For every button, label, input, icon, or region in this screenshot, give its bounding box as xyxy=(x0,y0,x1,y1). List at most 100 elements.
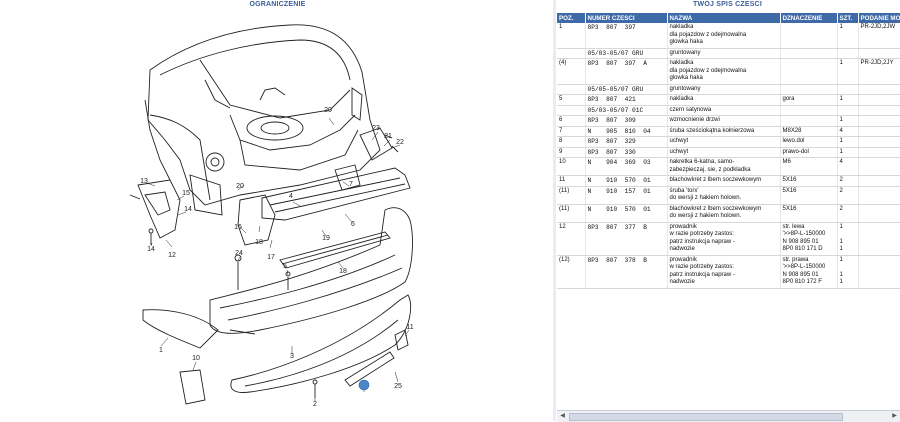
table-row[interactable]: 12 8P3 807 377 Bprowadnik w razie potrzeb… xyxy=(557,222,900,256)
exploded-parts-diagram[interactable]: 20 23 21 22 13 20 15 14 4 7 6 16 18 17 12 14 19 5 18 24 1 3 25… xyxy=(0,10,553,421)
table-row[interactable]: 05/03-05/07 GRU gruntowany xyxy=(557,48,900,59)
cell-position: 11 xyxy=(557,175,586,187)
callout-label[interactable]: 4 xyxy=(289,193,293,200)
scroll-right-icon[interactable]: ▶ xyxy=(890,412,899,420)
col-header-poz[interactable]: POZ. xyxy=(557,13,586,23)
table-row[interactable]: (11) N 910 157 01 śruba 'torx' do wersji z… xyxy=(557,186,900,205)
cell-part-number: N 904 369 03 xyxy=(585,157,668,176)
cell-quantity: 1 xyxy=(837,94,859,106)
table-row[interactable]: (12) 8P3 807 378 Bprowadnik w razie potrz… xyxy=(557,255,900,289)
callout-label[interactable]: 10 xyxy=(192,355,200,362)
cell-quantity xyxy=(837,48,859,59)
table-row[interactable]: (4) 8P3 807 397 Anakladka dla pojazdow z … xyxy=(557,58,900,85)
callout-label[interactable]: 3 xyxy=(290,353,294,360)
table-row[interactable]: 11 N 910 570 01 blachowkret z lbem soczewk… xyxy=(557,175,900,187)
cell-model-info xyxy=(858,105,900,116)
cell-name: nakretka 6-katna, samo- zabezpieczaj. si… xyxy=(667,157,781,176)
callout-label[interactable]: 19 xyxy=(322,235,330,242)
parts-list-panel[interactable]: POZ. NUMER CZESCI NAZWA DZNACZENIE SZT. … xyxy=(557,13,900,410)
cell-position xyxy=(557,84,586,95)
cell-position: (11) xyxy=(557,204,586,223)
cell-designation: 5X16 xyxy=(780,175,838,187)
cell-designation: 5X16 xyxy=(780,186,838,205)
cell-position xyxy=(557,105,586,116)
cell-name: czern satynowa xyxy=(667,105,781,116)
table-row[interactable]: (11) N 910 570 01 blachowkret z lbem socze… xyxy=(557,204,900,223)
callout-label[interactable]: 23 xyxy=(372,125,380,132)
cell-quantity: 4 xyxy=(837,126,859,137)
table-row[interactable]: 10 N 904 369 03 nakretka 6-katna, samo- za… xyxy=(557,157,900,176)
cell-model-info xyxy=(858,175,900,187)
cell-part-number: 8P3 807 309 xyxy=(585,115,668,127)
table-row[interactable]: 7N 905 810 04 śruba sześciokątna kołnierz… xyxy=(557,126,900,137)
cell-model-info xyxy=(858,115,900,127)
horizontal-scrollbar[interactable]: ◀ ▶ xyxy=(557,410,900,422)
callout-label[interactable]: 18 xyxy=(339,268,347,275)
cell-name: nakladka dla pojazdow z odejmowalna glow… xyxy=(667,23,781,49)
cell-quantity: 4 xyxy=(837,157,859,176)
table-row[interactable]: 05/03-05/07 01C czern satynowa xyxy=(557,105,900,116)
col-header-model-info[interactable]: PODANIE MO xyxy=(858,13,900,23)
callout-label[interactable]: 17 xyxy=(267,254,275,261)
cell-name: nakladka dla pojazdow z odejmowalna glow… xyxy=(667,58,781,85)
col-header-name[interactable]: NAZWA xyxy=(667,13,781,23)
callout-label[interactable]: 7 xyxy=(349,181,353,188)
cell-quantity: 2 xyxy=(837,204,859,223)
callout-label[interactable]: 14 xyxy=(147,246,155,253)
cell-part-number: 8P3 807 397 A xyxy=(585,58,668,85)
col-header-part-number[interactable]: NUMER CZESCI xyxy=(585,13,668,23)
callout-label[interactable]: 12 xyxy=(168,252,176,259)
scroll-left-icon[interactable]: ◀ xyxy=(558,412,567,420)
cell-model-info xyxy=(858,186,900,205)
cell-designation: M8X28 xyxy=(780,126,838,137)
cell-position: 7 xyxy=(557,126,586,137)
highlighted-callout-marker xyxy=(358,379,370,391)
cell-model-info: PR-2JD,2JY xyxy=(858,58,900,85)
callout-label[interactable]: 15 xyxy=(182,190,190,197)
cell-name: blachowkret z lbem soczewkowym do wersji… xyxy=(667,204,781,223)
cell-part-number: 8P3 807 397 xyxy=(585,23,668,49)
scrollbar-thumb[interactable] xyxy=(569,413,843,421)
cell-part-number: 05/05-05/07 GRU xyxy=(585,84,668,95)
cell-quantity: 1 xyxy=(837,115,859,127)
cell-name: uchwyt xyxy=(667,136,781,148)
pane-divider[interactable] xyxy=(553,0,556,421)
col-header-designation[interactable]: DZNACZENIE xyxy=(780,13,838,23)
callout-label[interactable]: 25 xyxy=(394,383,402,390)
table-row[interactable]: 1 8P3 807 397 nakladka dla pojazdow z odej… xyxy=(557,23,900,49)
cell-model-info xyxy=(858,84,900,95)
callout-label[interactable]: 5 xyxy=(283,263,287,270)
callout-label[interactable]: 24 xyxy=(235,250,243,257)
table-row[interactable]: 9 8P3 807 330 uchwyt prawo-dol 1 xyxy=(557,147,900,158)
cell-designation xyxy=(780,84,838,95)
cell-name: śruba 'torx' do wersji z hakiem holown. xyxy=(667,186,781,205)
cell-position: (11) xyxy=(557,186,586,205)
table-row[interactable]: 5 8P3 807 421 nakladka gora 1 xyxy=(557,94,900,106)
cell-position: 9 xyxy=(557,147,586,158)
cell-part-number: 8P3 807 378 B xyxy=(585,255,668,289)
callout-label[interactable]: 18 xyxy=(255,239,263,246)
callout-label[interactable]: 13 xyxy=(140,178,148,185)
cell-model-info xyxy=(858,255,900,289)
cell-part-number: 05/03-05/07 GRU xyxy=(585,48,668,59)
callout-label[interactable]: 20 xyxy=(236,183,244,190)
cell-position: 10 xyxy=(557,157,586,176)
callout-label[interactable]: 21 xyxy=(384,133,392,140)
cell-name: blachowkret z lbem soczewkowym xyxy=(667,175,781,187)
callout-label[interactable]: 14 xyxy=(184,206,192,213)
cell-quantity xyxy=(837,84,859,95)
cell-designation xyxy=(780,105,838,116)
callout-label[interactable]: 20 xyxy=(324,107,332,114)
table-row[interactable]: 6 8P3 807 309 wzmocnienie drzwi 1 xyxy=(557,115,900,127)
table-row[interactable]: 8 8P3 807 329 uchwyt lewo.dol 1 xyxy=(557,136,900,148)
callout-label[interactable]: 22 xyxy=(396,139,404,146)
col-header-qty[interactable]: SZT. xyxy=(837,13,859,23)
callout-label[interactable]: 2 xyxy=(313,401,317,408)
cell-name: prowadnik w razie potrzeby zastos: patrz… xyxy=(667,255,781,289)
callout-label[interactable]: 11 xyxy=(406,324,413,331)
table-row[interactable]: 05/05-05/07 GRU gruntowany xyxy=(557,84,900,95)
cell-position: 8 xyxy=(557,136,586,148)
callout-label[interactable]: 1 xyxy=(159,347,163,354)
callout-label[interactable]: 16 xyxy=(234,224,242,231)
callout-label[interactable]: 6 xyxy=(351,221,355,228)
